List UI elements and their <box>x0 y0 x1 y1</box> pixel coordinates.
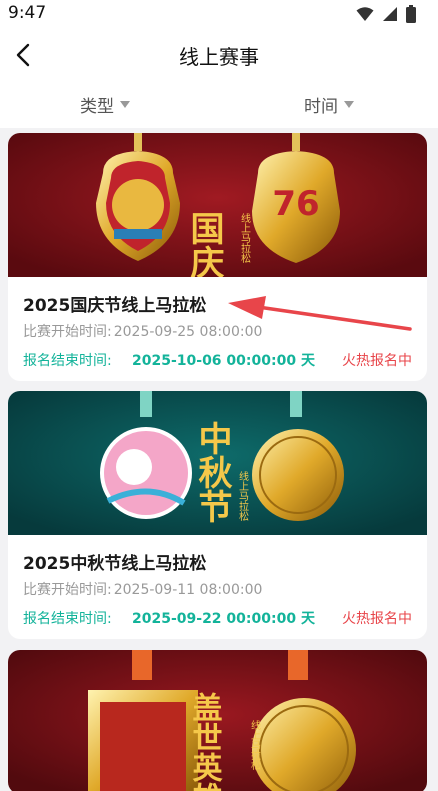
medal-badge-text: 76 <box>272 184 319 224</box>
medal-subtext: 线上马拉松 <box>239 212 251 264</box>
event-start-time: 比赛开始时间: 2025-09-11 08:00:00 <box>23 579 262 599</box>
page-title: 线上赛事 <box>179 45 259 69</box>
event-info: 2025国庆节线上马拉松 比赛开始时间: 2025-09-25 08:00:00 … <box>8 277 427 381</box>
start-label: 比赛开始时间: <box>23 324 112 340</box>
filter-type-label: 类型 <box>80 97 114 117</box>
event-card[interactable]: 中秋节 线上马拉松 2025中秋节线上马拉松 比赛开始时间: 2025-09-11… <box>8 391 427 639</box>
battery-icon <box>406 5 416 23</box>
medal-subtext: 线上马拉松 <box>237 470 249 522</box>
event-title: 2025国庆节线上马拉松 <box>23 296 207 316</box>
filter-time-label: 时间 <box>304 97 338 117</box>
caret-down-icon <box>120 100 130 108</box>
status-badge: 火热报名中 <box>342 353 412 369</box>
medal-text: 国庆节 <box>184 211 224 277</box>
registration-end-value: 2025-10-06 00:00:00 天 <box>132 353 315 369</box>
event-card[interactable]: 76 国庆节 线上马拉松 2025国庆节线上马拉松 比赛开始时间: 2025-09… <box>8 133 427 381</box>
event-info: 2025中秋节线上马拉松 比赛开始时间: 2025-09-11 08:00:00 … <box>8 535 427 639</box>
registration-end-label: 报名结束时间: <box>23 353 112 369</box>
registration-end-label: 报名结束时间: <box>23 611 112 627</box>
status-bar: 9:47 <box>0 0 438 30</box>
status-icons <box>356 5 416 23</box>
registration-end-value: 2025-09-22 00:00:00 天 <box>132 611 315 627</box>
medal-illustration: 中秋节 线上马拉松 <box>8 391 427 535</box>
filter-bar: 类型 时间 <box>0 84 438 124</box>
event-start-time: 比赛开始时间: 2025-09-25 08:00:00 <box>23 321 262 341</box>
medal-illustration: 76 国庆节 线上马拉松 <box>8 133 427 277</box>
nav-bar: 线上赛事 <box>0 30 438 80</box>
start-label: 比赛开始时间: <box>23 582 112 598</box>
event-banner: 76 国庆节 线上马拉松 <box>8 133 427 277</box>
status-time: 9:47 <box>8 3 47 23</box>
event-title: 2025中秋节线上马拉松 <box>23 554 207 574</box>
filter-type-dropdown[interactable]: 类型 <box>80 92 130 117</box>
status-badge: 火热报名中 <box>342 611 412 627</box>
medal-text: 盖世英雄 <box>187 692 223 791</box>
event-card[interactable]: 盖世英雄 线上马拉松 <box>8 650 427 791</box>
top-bar: 9:47 线上赛事 类型 时间 <box>0 0 438 128</box>
start-value: 2025-09-11 08:00:00 <box>113 582 263 598</box>
medal-text: 中秋节 <box>192 421 232 523</box>
caret-down-icon <box>344 100 354 108</box>
signal-icon <box>383 7 397 21</box>
medal-illustration: 盖世英雄 线上马拉松 <box>8 650 427 791</box>
event-banner: 中秋节 线上马拉松 <box>8 391 427 535</box>
event-banner: 盖世英雄 线上马拉松 <box>8 650 427 791</box>
medal-subtext: 线上马拉松 <box>249 719 261 771</box>
wifi-icon <box>356 7 374 21</box>
start-value: 2025-09-25 08:00:00 <box>113 324 263 340</box>
filter-time-dropdown[interactable]: 时间 <box>304 92 354 117</box>
